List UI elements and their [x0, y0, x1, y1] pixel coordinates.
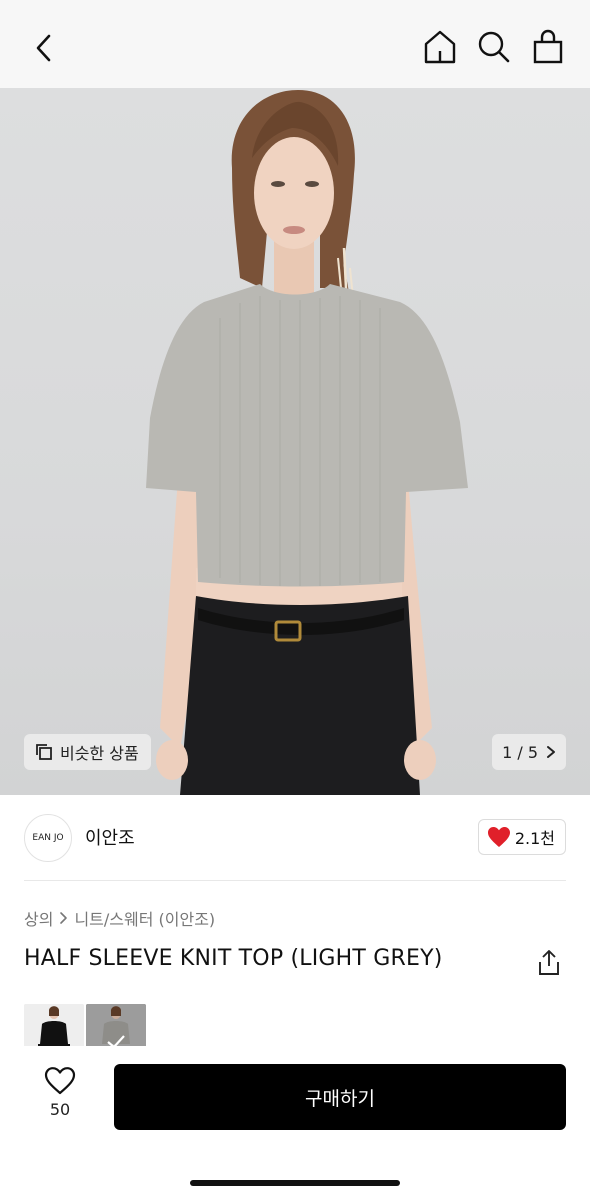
cart-button[interactable] — [528, 26, 568, 68]
similar-products-button[interactable]: 비슷한 상품 — [24, 734, 151, 770]
heart-outline-icon — [44, 1067, 76, 1095]
thumbnail-image — [24, 1004, 84, 1048]
buy-button[interactable]: 구매하기 — [114, 1064, 566, 1130]
thumbnail-image-selected — [86, 1004, 146, 1048]
home-icon — [424, 30, 456, 64]
brand-like-count: 2.1천 — [514, 829, 555, 848]
copy-icon — [36, 744, 52, 760]
search-icon — [478, 31, 510, 63]
product-title: HALF SLEEVE KNIT TOP (LIGHT GREY) — [24, 946, 443, 971]
breadcrumb-subcategory[interactable]: 니트/스웨터 (이안조) — [74, 906, 215, 930]
wishlist-button[interactable]: 50 — [30, 1066, 90, 1119]
image-page-count: 1 / 5 — [502, 742, 538, 762]
section-divider — [24, 880, 566, 881]
color-option-black[interactable] — [24, 1004, 84, 1048]
home-indicator — [190, 1180, 400, 1186]
model-photo — [146, 90, 468, 795]
color-options — [24, 1004, 146, 1048]
color-option-light-grey[interactable] — [86, 1004, 146, 1048]
wishlist-count: 50 — [49, 1100, 71, 1119]
chevron-right-icon — [60, 912, 68, 924]
image-page-indicator[interactable]: 1 / 5 — [492, 734, 566, 770]
breadcrumb-category[interactable]: 상의 — [24, 906, 53, 930]
back-button[interactable] — [26, 28, 62, 68]
product-detail-page: 비슷한 상품 1 / 5 EAN JO 이안조 2.1천 상의 니트/스웨터 (… — [0, 0, 590, 1200]
similar-products-label: 비슷한 상품 — [60, 744, 139, 763]
home-button[interactable] — [420, 26, 460, 68]
share-icon — [539, 950, 559, 975]
share-button[interactable] — [534, 948, 564, 978]
search-button[interactable] — [474, 26, 514, 68]
brand-name[interactable]: 이안조 — [85, 824, 135, 850]
chevron-right-icon — [547, 746, 555, 758]
bottom-purchase-bar: 50 구매하기 — [0, 1046, 590, 1200]
nav-actions — [420, 26, 568, 68]
shopping-bag-icon — [533, 29, 563, 64]
brand-logo-text: EAN JO — [32, 833, 64, 843]
brand-like-button[interactable]: 2.1천 — [477, 819, 566, 855]
chevron-left-icon — [36, 34, 51, 62]
brand-row: EAN JO 이안조 2.1천 — [24, 812, 566, 864]
heart-filled-icon — [487, 827, 510, 847]
product-image[interactable]: 비슷한 상품 1 / 5 — [0, 88, 590, 795]
brand-logo[interactable]: EAN JO — [24, 814, 72, 862]
top-navigation-bar — [0, 0, 590, 88]
breadcrumb: 상의 니트/스웨터 (이안조) — [24, 906, 215, 930]
